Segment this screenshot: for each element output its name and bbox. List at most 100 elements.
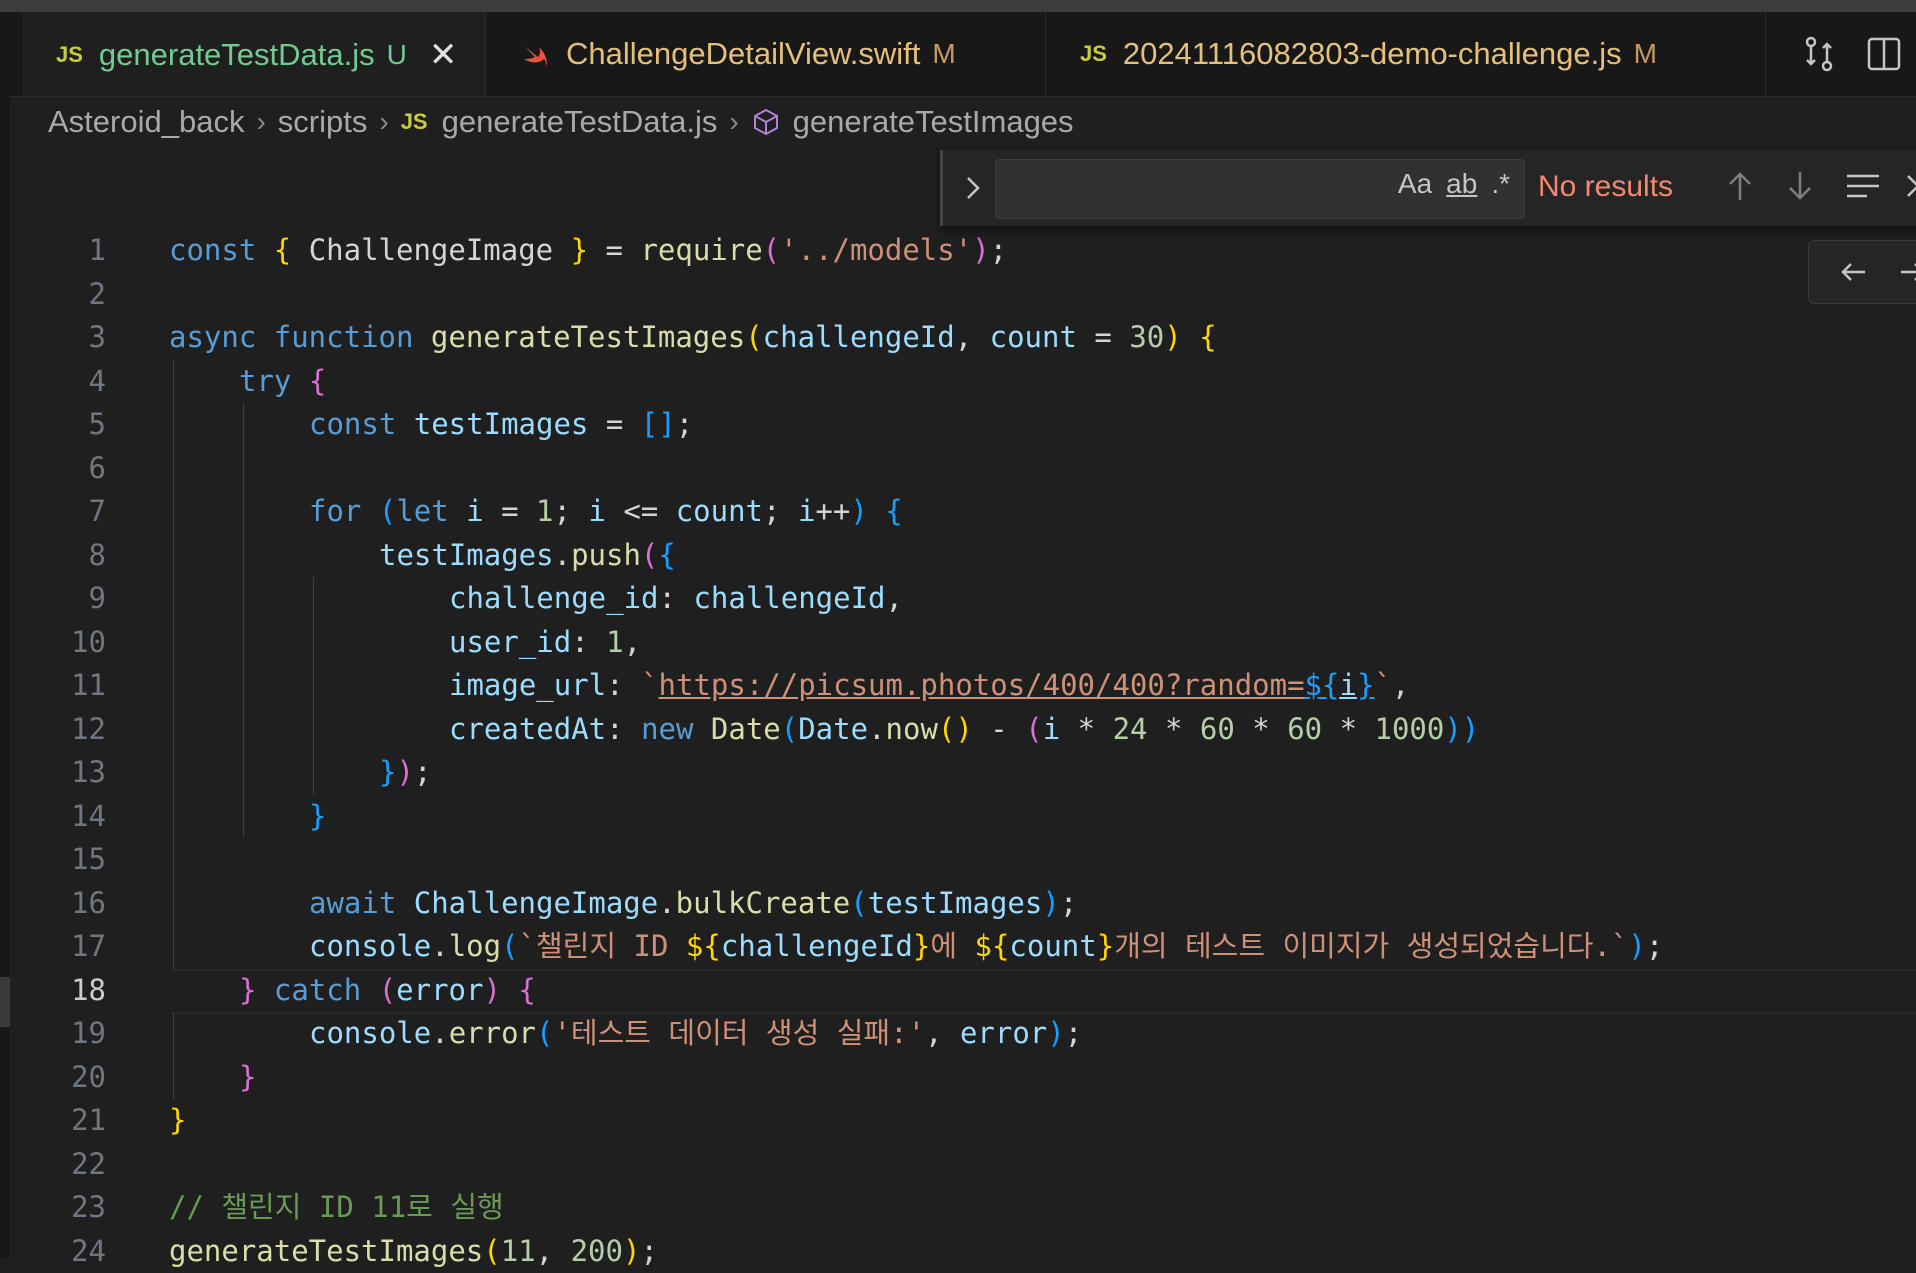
code-line[interactable]: 14} bbox=[10, 795, 1916, 838]
tab-demo-challenge[interactable]: JS 20241116082803-demo-challenge.js M bbox=[1046, 12, 1766, 96]
code-line[interactable]: 13}); bbox=[10, 751, 1916, 794]
code-token: . bbox=[431, 929, 449, 963]
code-token: i bbox=[1339, 668, 1357, 702]
code-token: { bbox=[1199, 320, 1217, 354]
code-line[interactable]: 8 testImages.push({ bbox=[10, 534, 1916, 577]
tab-label: ChallengeDetailView.swift bbox=[566, 36, 921, 71]
breadcrumb-project[interactable]: Asteroid_back bbox=[48, 104, 244, 140]
code-token: { bbox=[273, 233, 309, 267]
code-token: } bbox=[169, 1103, 187, 1137]
code-token: ; bbox=[1059, 885, 1078, 920]
code-line[interactable]: 10 user_id: 1, bbox=[10, 621, 1916, 664]
code-token: ) bbox=[1047, 1016, 1065, 1050]
code-line[interactable]: 6 bbox=[10, 447, 1916, 490]
code-line[interactable]: 24 generateTestImages(11, 200); bbox=[10, 1230, 1916, 1273]
line-number: 20 bbox=[71, 1059, 106, 1094]
code-token: ( bbox=[1025, 711, 1043, 746]
code-token: , bbox=[1391, 668, 1410, 702]
code-token: () bbox=[937, 711, 973, 746]
code-text: createdAt: new Date(Date.now() - (i * 24… bbox=[449, 708, 1479, 751]
find-input[interactable]: Aa ab .* bbox=[995, 159, 1525, 219]
code-line[interactable]: 16 await ChallengeImage.bulkCreate(testIm… bbox=[10, 882, 1916, 925]
close-icon[interactable]: ✕ bbox=[429, 35, 458, 75]
code-token: * bbox=[1060, 711, 1113, 746]
line-number: 6 bbox=[88, 450, 106, 485]
code-token: error bbox=[396, 972, 484, 1007]
breadcrumb-folder[interactable]: scripts bbox=[278, 104, 368, 140]
code-token: ) bbox=[396, 755, 414, 789]
breadcrumb-symbol[interactable]: generateTestImages bbox=[793, 104, 1074, 140]
arrow-up-icon[interactable] bbox=[1723, 166, 1757, 206]
line-number: 5 bbox=[88, 407, 106, 441]
chevron-right-icon: › bbox=[256, 106, 266, 137]
code-token: = bbox=[605, 233, 641, 267]
breadcrumb-file[interactable]: generateTestData.js bbox=[442, 104, 718, 140]
open-changes-icon[interactable] bbox=[1801, 34, 1837, 74]
code-text: testImages.push({ bbox=[379, 534, 676, 577]
line-number: 18 bbox=[71, 972, 106, 1007]
code-token: console bbox=[309, 929, 432, 963]
code-line[interactable]: 23 // 챌린지 ID 11로 실행 bbox=[10, 1186, 1916, 1229]
tab-challengedetailview[interactable]: ChallengeDetailView.swift M bbox=[486, 12, 1046, 96]
line-number: 13 bbox=[71, 755, 106, 789]
code-line[interactable]: 9 challenge_id: challengeId, bbox=[10, 577, 1916, 620]
code-line[interactable]: 5 const testImages = []; bbox=[10, 403, 1916, 446]
whole-word-icon[interactable]: ab bbox=[1446, 168, 1477, 200]
code-line[interactable]: 21} bbox=[10, 1099, 1916, 1142]
find-in-selection-icon[interactable] bbox=[1843, 166, 1883, 206]
code-token: ; bbox=[989, 233, 1008, 267]
close-icon[interactable] bbox=[1903, 166, 1916, 206]
tab-generatetestdata[interactable]: JS generateTestData.js U ✕ bbox=[22, 12, 486, 96]
code-line[interactable]: 2 bbox=[10, 273, 1916, 316]
split-editor-icon[interactable] bbox=[1866, 36, 1902, 72]
code-token: = bbox=[588, 407, 641, 441]
code-token: ( bbox=[483, 1233, 501, 1268]
line-number: 14 bbox=[71, 798, 106, 833]
arrow-left-icon[interactable] bbox=[1837, 255, 1871, 289]
javascript-icon: JS bbox=[56, 42, 83, 67]
regex-icon[interactable]: .* bbox=[1491, 168, 1510, 200]
code-text: // 챌린지 ID 11로 실행 bbox=[169, 1186, 504, 1229]
code-token: let bbox=[396, 494, 467, 528]
code-token: user_id bbox=[449, 624, 572, 659]
code-text: } bbox=[239, 1056, 256, 1099]
code-line[interactable]: 19 console.error('테스트 데이터 생성 실패:', error)… bbox=[10, 1012, 1916, 1055]
code-token: ) bbox=[972, 233, 990, 267]
code-token: ) bbox=[1628, 929, 1646, 963]
line-number: 22 bbox=[71, 1146, 106, 1181]
code-token: Date bbox=[710, 711, 781, 746]
find-result-count: No results bbox=[1538, 170, 1674, 203]
code-line[interactable]: 1 const { ChallengeImage } = require('../… bbox=[10, 229, 1916, 272]
find-widget: Aa ab .* No results bbox=[940, 150, 1916, 226]
code-line[interactable]: 11 image_url: `https://picsum.photos/400/… bbox=[10, 664, 1916, 707]
code-line[interactable]: 15 bbox=[10, 838, 1916, 881]
swift-icon bbox=[524, 46, 547, 66]
code-line[interactable]: 12 createdAt: new Date(Date.now() - (i * … bbox=[10, 708, 1916, 751]
code-line[interactable]: 18} catch (error) { bbox=[10, 968, 1916, 1014]
arrow-down-icon[interactable] bbox=[1783, 166, 1817, 206]
tab-label: generateTestData.js bbox=[98, 37, 375, 72]
code-text: for (let i = 1; i <= count; i++) { bbox=[309, 490, 903, 533]
code-token: ; bbox=[1645, 929, 1664, 963]
line-number: 4 bbox=[88, 363, 106, 398]
code-token: 에 bbox=[930, 929, 975, 963]
match-case-icon[interactable]: Aa bbox=[1398, 168, 1432, 200]
code-token: 24 bbox=[1112, 711, 1148, 746]
code-token: testImages bbox=[379, 537, 554, 572]
toggle-replace-icon[interactable] bbox=[961, 168, 985, 208]
code-token: challengeId bbox=[762, 320, 955, 354]
code-token: 200 bbox=[570, 1233, 623, 1268]
code-line[interactable]: 17 console.log(`챌린지 ID ${challengeId}에 ${… bbox=[10, 925, 1916, 968]
code-token: count bbox=[989, 320, 1077, 354]
code-token: error bbox=[448, 1016, 536, 1050]
code-line[interactable]: 20} bbox=[10, 1056, 1916, 1099]
arrow-right-icon[interactable] bbox=[1897, 255, 1916, 289]
chevron-right-icon: › bbox=[729, 106, 739, 137]
code-line[interactable]: 3 async function generateTestImages(chall… bbox=[10, 316, 1916, 359]
code-token: } bbox=[1096, 929, 1115, 963]
code-line[interactable]: 4 try { bbox=[10, 360, 1916, 403]
code-line[interactable]: 22 bbox=[10, 1143, 1916, 1186]
code-token: { bbox=[885, 494, 903, 528]
code-line[interactable]: 7 for (let i = 1; i <= count; i++) { bbox=[10, 490, 1916, 533]
code-editor[interactable]: 1 const { ChallengeImage } = require('../… bbox=[10, 225, 1916, 1268]
